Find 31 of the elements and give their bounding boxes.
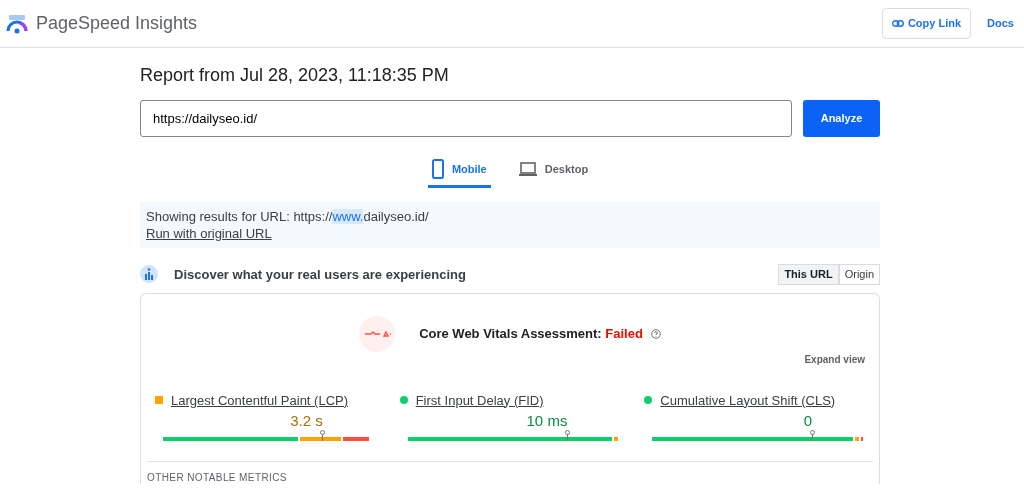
original-url-link[interactable]: Run with original URL xyxy=(146,226,272,241)
metric-link[interactable]: Cumulative Layout Shift (CLS) xyxy=(660,390,836,410)
value-marker xyxy=(320,429,326,441)
value-marker xyxy=(809,429,815,441)
analyze-button[interactable]: Analyze xyxy=(803,100,880,137)
metric-value: 10 ms xyxy=(525,411,569,431)
assessment-text: Core Web Vitals Assessment: Failed xyxy=(419,324,643,343)
metric-link[interactable]: Largest Contentful Paint (LCP) xyxy=(171,390,349,410)
users-chart-icon xyxy=(140,265,158,284)
expand-view-link[interactable]: Expand view xyxy=(804,351,865,367)
phone-icon xyxy=(431,159,444,179)
device-tab[interactable]: Desktop xyxy=(514,153,593,188)
section-heading: OTHER NOTABLE METRICS xyxy=(147,460,873,484)
notice-text: Showing results for URL: https://www.dailyseo.id/ xyxy=(146,208,430,225)
device-tab[interactable]: Mobile xyxy=(427,153,491,188)
scope-toggle[interactable]: Origin xyxy=(838,264,880,285)
app-title: PageSpeed Insights xyxy=(36,12,198,35)
scope-toggle[interactable]: This URL xyxy=(778,264,839,285)
value-marker xyxy=(565,429,571,441)
metric-link[interactable]: First Input Delay (FID) xyxy=(415,390,544,410)
metric-value: 3.2 s xyxy=(289,411,324,431)
laptop-icon xyxy=(518,162,537,176)
help-icon[interactable] xyxy=(650,328,661,339)
copy-link-button[interactable]: Copy Link xyxy=(881,8,972,39)
metric-value: 0 xyxy=(802,411,814,431)
url-field[interactable]: https://dailyseo.id/ xyxy=(140,100,792,137)
report-title: Report from Jul 28, 2023, 11:18:35 PM xyxy=(140,64,450,87)
docs-link[interactable]: Docs xyxy=(987,15,1014,32)
section-heading: Discover what your real users are experiencing xyxy=(174,265,466,284)
link-icon xyxy=(891,20,904,27)
logo-icon xyxy=(6,13,28,34)
